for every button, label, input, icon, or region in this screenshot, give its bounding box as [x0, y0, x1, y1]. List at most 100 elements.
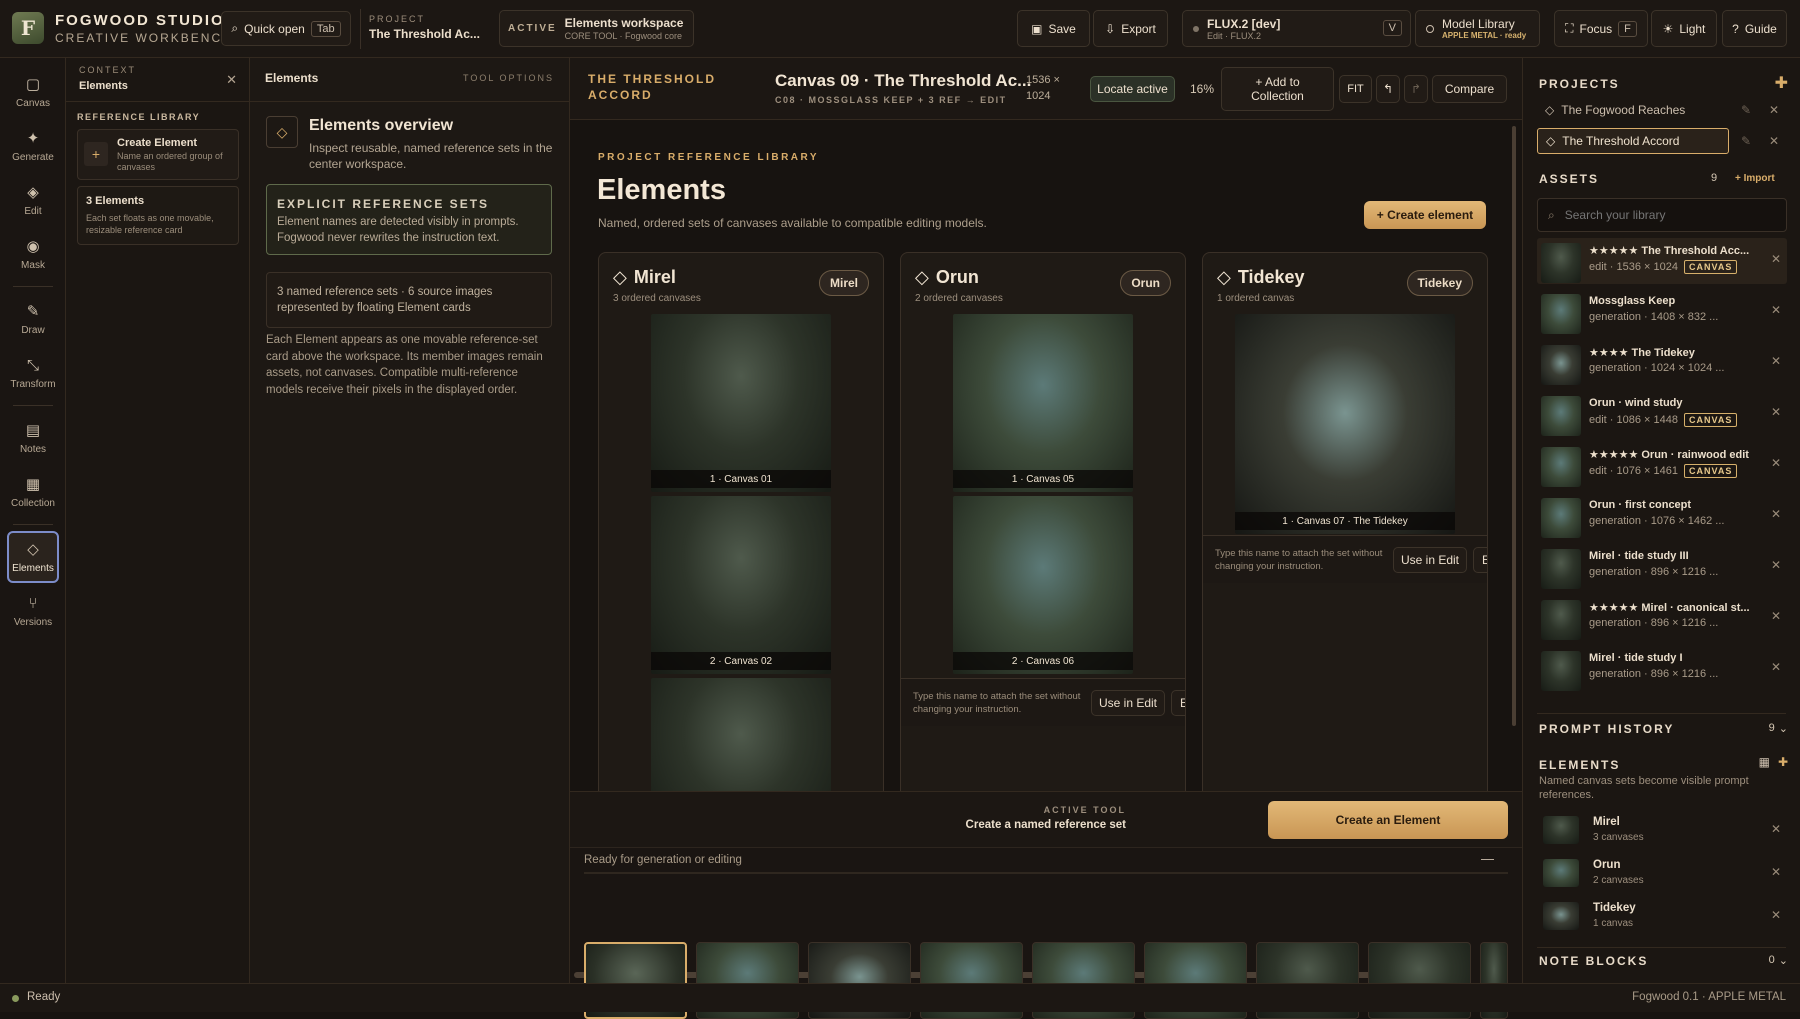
- project-name: The Threshold Ac...: [369, 27, 480, 41]
- asset-item[interactable]: ★★★★ The Tidekey generation · 1024 × 1024…: [1537, 340, 1787, 386]
- edit-project-icon[interactable]: ✎: [1741, 103, 1751, 117]
- context-close-icon[interactable]: ✕: [226, 72, 237, 88]
- fit-button[interactable]: FIT: [1339, 75, 1372, 103]
- element-name-pill[interactable]: Orun: [1120, 270, 1171, 296]
- remove-asset-icon[interactable]: ✕: [1771, 507, 1781, 521]
- rail-notes[interactable]: ▤ Notes: [7, 412, 59, 464]
- close-project-icon[interactable]: ✕: [1769, 134, 1779, 148]
- remove-asset-icon[interactable]: ✕: [1771, 252, 1781, 266]
- edit-project-icon[interactable]: ✎: [1741, 134, 1751, 148]
- asset-thumbnail: [1541, 243, 1581, 283]
- vertical-scrollbar[interactable]: [1512, 126, 1516, 726]
- element-name-pill[interactable]: Mirel: [818, 270, 869, 296]
- element-card-tidekey[interactable]: ◇ Tidekey 1 ordered canvas Tidekey 1 · Ca…: [1202, 252, 1488, 791]
- model-library-button[interactable]: Model Library APPLE METAL · ready: [1415, 10, 1540, 47]
- add-to-collection-button[interactable]: + Add to Collection: [1221, 67, 1334, 111]
- edit-icon: ◈: [27, 184, 39, 201]
- asset-item[interactable]: ★★★★★ Mirel · canonical st... generation …: [1537, 595, 1787, 641]
- compare-button[interactable]: Compare: [1432, 75, 1507, 103]
- remove-asset-icon[interactable]: ✕: [1771, 405, 1781, 419]
- element-name-pill[interactable]: Tidekey: [1406, 270, 1473, 296]
- quick-open-button[interactable]: ⌕ Quick open Tab: [221, 11, 351, 46]
- project-item-active[interactable]: ◇ The Threshold Accord: [1537, 128, 1729, 154]
- create-element-card[interactable]: + Create Element Name an ordered group o…: [77, 129, 239, 180]
- create-an-element-button[interactable]: Create an Element: [1268, 801, 1508, 839]
- rail-mask[interactable]: ◉ Mask: [7, 228, 59, 280]
- diamond-icon: ◇: [266, 116, 298, 148]
- card-overflow-button[interactable]: E: [1473, 547, 1487, 573]
- asset-title: ★★★★★ The Threshold Acc...: [1589, 245, 1750, 257]
- rail-canvas[interactable]: ▢ Canvas: [7, 66, 59, 118]
- rail-transform[interactable]: ⤡ Transform: [7, 347, 59, 399]
- redo-button[interactable]: ↱: [1404, 75, 1428, 103]
- element-image[interactable]: 1 · Canvas 07 · The Tidekey: [1235, 314, 1455, 534]
- element-list-item[interactable]: Mirel 3 canvases ✕: [1537, 810, 1787, 850]
- asset-item[interactable]: Orun · wind study edit · 1086 × 1448 CANVA…: [1537, 391, 1787, 437]
- rail-edit[interactable]: ◈ Edit: [7, 174, 59, 226]
- element-image[interactable]: 2 · Canvas 02: [651, 496, 831, 674]
- asset-item[interactable]: ★★★★★ Orun · rainwood edit edit · 1076 × …: [1537, 442, 1787, 488]
- undo-button[interactable]: ↰: [1376, 75, 1400, 103]
- guide-button[interactable]: ? Guide: [1722, 10, 1787, 47]
- remove-element-icon[interactable]: ✕: [1771, 822, 1781, 836]
- grid-view-icon[interactable]: ▦: [1759, 755, 1770, 769]
- note-blocks-heading: NOTE BLOCKS: [1539, 954, 1649, 968]
- element-image[interactable]: [651, 678, 831, 791]
- asset-item[interactable]: ★★★★★ The Threshold Acc... edit · 1536 × …: [1537, 238, 1787, 284]
- add-project-icon[interactable]: ✚: [1775, 73, 1788, 93]
- remove-element-icon[interactable]: ✕: [1771, 908, 1781, 922]
- asset-item[interactable]: Orun · first concept generation · 1076 × …: [1537, 493, 1787, 539]
- import-button[interactable]: + Import: [1735, 173, 1775, 184]
- focus-button[interactable]: ⛶ Focus F: [1554, 10, 1648, 47]
- projects-heading: PROJECTS: [1539, 77, 1620, 91]
- asset-item[interactable]: Mirel · tide study I generation · 896 × 1…: [1537, 646, 1787, 692]
- element-image[interactable]: 2 · Canvas 06: [953, 496, 1133, 674]
- library-search-input[interactable]: [1564, 208, 1755, 222]
- remove-asset-icon[interactable]: ✕: [1771, 660, 1781, 674]
- create-element-button[interactable]: + Create element: [1364, 201, 1486, 229]
- asset-item[interactable]: Mirel · tide study III generation · 896 ×…: [1537, 544, 1787, 590]
- canvas-badge: CANVAS: [1684, 464, 1738, 478]
- rail-versions[interactable]: ⑂ Versions: [7, 585, 59, 637]
- remove-asset-icon[interactable]: ✕: [1771, 303, 1781, 317]
- asset-thumbnail: [1541, 651, 1581, 691]
- remove-asset-icon[interactable]: ✕: [1771, 456, 1781, 470]
- project-selector[interactable]: PROJECT The Threshold Ac...: [360, 9, 490, 49]
- element-image[interactable]: 1 · Canvas 01: [651, 314, 831, 492]
- rail-draw[interactable]: ✎ Draw: [7, 293, 59, 345]
- card-overflow-button[interactable]: E: [1171, 690, 1185, 716]
- locate-active-button[interactable]: Locate active: [1090, 76, 1175, 102]
- element-list-item[interactable]: Orun 2 canvases ✕: [1537, 853, 1787, 893]
- remove-asset-icon[interactable]: ✕: [1771, 354, 1781, 368]
- element-image[interactable]: 1 · Canvas 05: [953, 314, 1133, 492]
- asset-item[interactable]: Mossglass Keep generation · 1408 × 832 ..…: [1537, 289, 1787, 335]
- remove-asset-icon[interactable]: ✕: [1771, 558, 1781, 572]
- close-project-icon[interactable]: ✕: [1769, 103, 1779, 117]
- element-card-mirel[interactable]: ◇ Mirel 3 ordered canvases Mirel 1 · Canv…: [598, 252, 884, 791]
- rail-label: Generate: [12, 152, 54, 163]
- add-element-icon[interactable]: ✚: [1778, 755, 1788, 769]
- canvas-subtitle: C08 · MOSSGLASS KEEP + 3 REF → EDIT: [775, 95, 1007, 105]
- model-selector[interactable]: FLUX.2 [dev] Edit · FLUX.2 V: [1182, 10, 1411, 47]
- export-button[interactable]: ⇩ Export: [1093, 10, 1168, 47]
- rail-elements[interactable]: ◇ Elements: [7, 531, 59, 583]
- library-search[interactable]: ⌕: [1537, 198, 1787, 232]
- remove-element-icon[interactable]: ✕: [1771, 865, 1781, 879]
- compare-label: Compare: [1444, 82, 1495, 96]
- model-name: FLUX.2 [dev]: [1207, 16, 1281, 31]
- use-in-edit-button[interactable]: Use in Edit: [1393, 547, 1467, 573]
- minimize-icon[interactable]: —: [1481, 851, 1494, 866]
- project-name: The Fogwood Reaches: [1561, 103, 1686, 117]
- rail-generate[interactable]: ✦ Generate: [7, 120, 59, 172]
- project-item[interactable]: ◇ The Fogwood Reaches: [1537, 97, 1729, 123]
- rail-collection[interactable]: ▦ Collection: [7, 466, 59, 518]
- element-list-item[interactable]: Tidekey 1 canvas ✕: [1537, 896, 1787, 936]
- element-card-orun[interactable]: ◇ Orun 2 ordered canvases Orun 1 · Canvas…: [900, 252, 1186, 791]
- light-mode-button[interactable]: ☀ Light: [1651, 10, 1717, 47]
- save-button[interactable]: ▣ Save: [1017, 10, 1090, 47]
- remove-asset-icon[interactable]: ✕: [1771, 609, 1781, 623]
- note-blocks-count[interactable]: 0 ⌄: [1769, 954, 1788, 967]
- prompt-history-count[interactable]: 9 ⌄: [1769, 722, 1788, 735]
- use-in-edit-button[interactable]: Use in Edit: [1091, 690, 1165, 716]
- active-workspace-indicator[interactable]: ACTIVE Elements workspace CORE TOOL · Fo…: [499, 10, 694, 47]
